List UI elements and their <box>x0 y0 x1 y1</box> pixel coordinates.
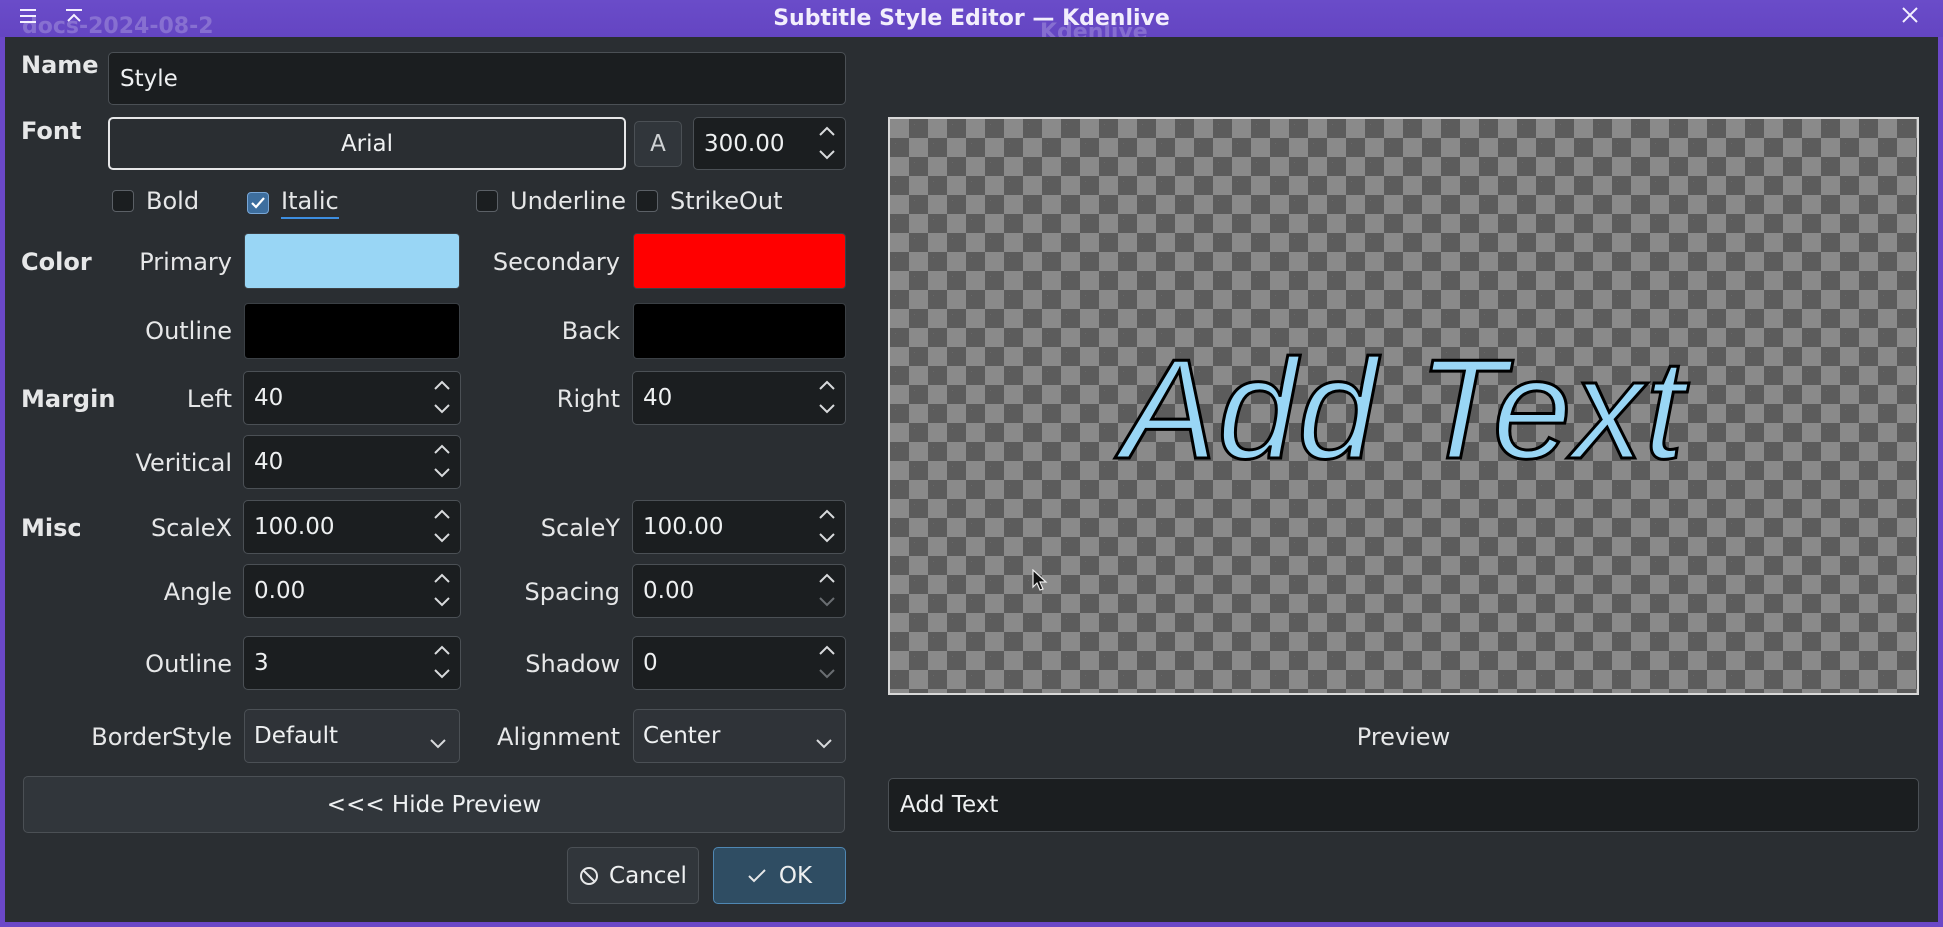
outline-spinbox[interactable]: 3 <box>243 636 461 690</box>
alignment-combobox[interactable]: Center <box>633 709 846 763</box>
checkbox-box[interactable] <box>636 190 658 212</box>
checkbox-box[interactable] <box>112 190 134 212</box>
strikeout-checkbox[interactable]: StrikeOut <box>636 187 783 215</box>
angle-label: Angle <box>163 578 232 606</box>
spin-arrows-icon[interactable] <box>432 377 452 419</box>
spin-arrows-icon[interactable] <box>432 441 452 483</box>
left-label: Left <box>186 385 232 413</box>
outline-color-button[interactable] <box>244 303 460 359</box>
secondary-color-button[interactable] <box>633 233 846 289</box>
color-label: Color <box>21 248 92 276</box>
strikeout-label: StrikeOut <box>670 187 783 215</box>
name-input[interactable]: Style <box>108 52 846 105</box>
mouse-cursor-icon <box>1032 568 1048 595</box>
preview-caption: Preview <box>1356 723 1451 751</box>
underline-label: Underline <box>510 187 626 215</box>
margin-label: Margin <box>21 385 116 413</box>
primary-label: Primary <box>139 248 232 276</box>
right-label: Right <box>556 385 620 413</box>
margin-left-spinbox[interactable]: 40 <box>243 371 461 425</box>
italic-label: Italic <box>281 187 339 219</box>
borderstyle-label: BorderStyle <box>91 723 232 751</box>
font-size-spinbox[interactable]: 300.00 <box>693 117 846 170</box>
window-title: Subtitle Style Editor — Kdenlive <box>773 6 1170 31</box>
shadow-value: 0 <box>643 650 658 676</box>
font-select-button[interactable]: Arial <box>108 117 626 170</box>
font-icon-button[interactable]: A <box>634 121 682 167</box>
back-label: Back <box>561 317 620 345</box>
secondary-label: Secondary <box>492 248 620 276</box>
bold-checkbox[interactable]: Bold <box>112 187 199 215</box>
spin-arrows-icon[interactable] <box>432 506 452 548</box>
preview-text-input[interactable]: Add Text <box>888 778 1919 832</box>
spin-arrows-icon[interactable] <box>817 642 837 684</box>
vertical-label: Veritical <box>135 449 232 477</box>
font-size-value: 300.00 <box>704 130 785 157</box>
chevron-down-icon <box>429 730 447 756</box>
back-color-button[interactable] <box>633 303 846 359</box>
spin-arrows-icon[interactable] <box>432 642 452 684</box>
scaley-spinbox[interactable]: 100.00 <box>632 500 846 554</box>
spin-arrows-icon[interactable] <box>817 377 837 419</box>
angle-value: 0.00 <box>254 578 306 604</box>
margin-vertical-value: 40 <box>254 449 284 475</box>
margin-left-value: 40 <box>254 385 284 411</box>
chevron-down-icon <box>815 730 833 756</box>
scalex-spinbox[interactable]: 100.00 <box>243 500 461 554</box>
alignment-label: Alignment <box>497 723 620 751</box>
scalex-label: ScaleX <box>150 514 232 542</box>
cancel-label: Cancel <box>609 862 687 889</box>
spin-arrows-icon[interactable] <box>817 123 837 164</box>
checkbox-checked-icon[interactable] <box>247 192 269 214</box>
margin-right-value: 40 <box>643 385 673 411</box>
outline-label: Outline <box>145 650 232 678</box>
scaley-label: ScaleY <box>540 514 620 542</box>
close-icon[interactable] <box>1896 4 1924 32</box>
alignment-value: Center <box>643 723 721 749</box>
ok-label: OK <box>778 862 813 889</box>
outline-value: 3 <box>254 650 269 676</box>
hide-preview-button[interactable]: <<< Hide Preview <box>23 776 845 833</box>
ok-button[interactable]: OK <box>713 847 846 904</box>
name-label: Name <box>21 51 99 79</box>
spacing-label: Spacing <box>524 578 620 606</box>
bold-label: Bold <box>146 187 200 215</box>
style-editor-dialog: Name Style Font Arial A 300.00 Bold Ital… <box>5 37 1938 922</box>
outline-color-label: Outline <box>145 317 232 345</box>
cancel-circle-icon <box>579 866 599 886</box>
spin-arrows-icon[interactable] <box>817 506 837 548</box>
misc-label: Misc <box>21 514 82 542</box>
spacing-value: 0.00 <box>643 578 695 604</box>
window-titlebar: docs-2024-08-2 Kdenlive Subtitle Style E… <box>0 0 1943 45</box>
cancel-button[interactable]: Cancel <box>567 847 699 904</box>
checkbox-box[interactable] <box>476 190 498 212</box>
font-label: Font <box>21 117 82 145</box>
shadow-label: Shadow <box>525 650 620 678</box>
checkmark-icon <box>747 868 767 884</box>
margin-vertical-spinbox[interactable]: 40 <box>243 435 461 489</box>
shadow-spinbox[interactable]: 0 <box>632 636 846 690</box>
italic-checkbox[interactable]: Italic <box>247 187 339 219</box>
underline-checkbox[interactable]: Underline <box>476 187 626 215</box>
scaley-value: 100.00 <box>643 514 724 540</box>
borderstyle-value: Default <box>254 723 339 749</box>
margin-right-spinbox[interactable]: 40 <box>632 371 846 425</box>
borderstyle-combobox[interactable]: Default <box>244 709 460 763</box>
preview-sample-text: Add Text <box>1120 330 1686 489</box>
angle-spinbox[interactable]: 0.00 <box>243 564 461 618</box>
spin-arrows-icon[interactable] <box>817 570 837 612</box>
spacing-spinbox[interactable]: 0.00 <box>632 564 846 618</box>
primary-color-button[interactable] <box>244 233 460 289</box>
scalex-value: 100.00 <box>254 514 335 540</box>
subtitle-preview-canvas: Add Text <box>888 117 1919 695</box>
spin-arrows-icon[interactable] <box>432 570 452 612</box>
